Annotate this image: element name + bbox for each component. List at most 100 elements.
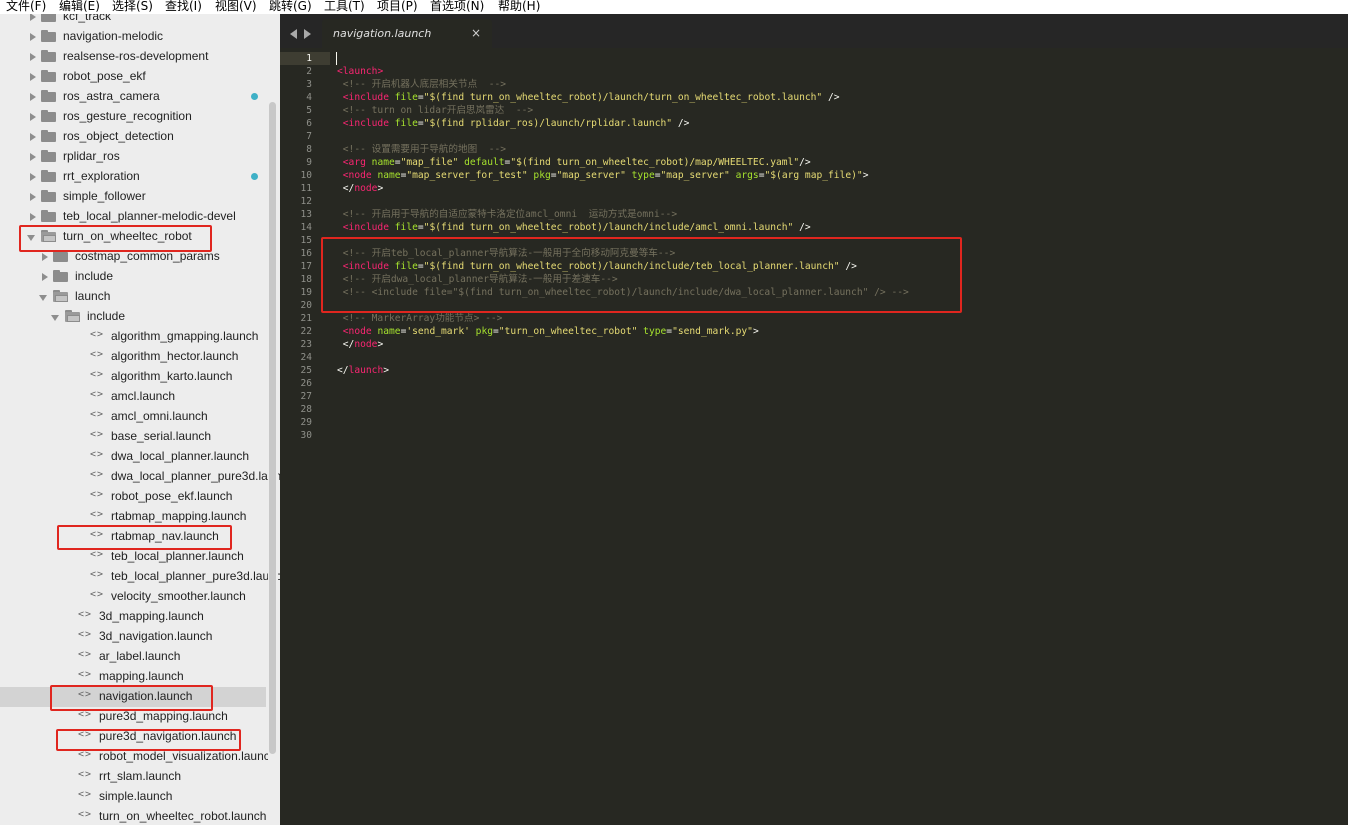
folder-row[interactable]: ros_object_detection bbox=[0, 127, 266, 147]
code-token: <include bbox=[342, 222, 389, 233]
file-row[interactable]: <> velocity_smoother.launch bbox=[0, 587, 266, 607]
folder-row[interactable]: ros_gesture_recognition bbox=[0, 107, 266, 127]
code-token: "send_mark.py" bbox=[672, 326, 753, 337]
folder-icon bbox=[41, 50, 56, 62]
chevron-right-icon[interactable] bbox=[30, 173, 36, 181]
folder-row[interactable]: launch bbox=[0, 287, 266, 307]
line-number: 20 bbox=[300, 300, 312, 311]
sidebar-scroll-thumb[interactable] bbox=[269, 102, 276, 754]
sidebar-scrollbar[interactable] bbox=[268, 14, 278, 825]
tab-prev-icon[interactable] bbox=[290, 29, 297, 39]
file-row[interactable]: <> rtabmap_mapping.launch bbox=[0, 507, 266, 527]
chevron-right-icon[interactable] bbox=[42, 273, 48, 281]
chevron-right-icon[interactable] bbox=[30, 14, 36, 21]
file-row[interactable]: <> mapping.launch bbox=[0, 667, 266, 687]
code-line: <node name="map_server_for_test" pkg="ma… bbox=[337, 169, 869, 182]
tab-next-icon[interactable] bbox=[304, 29, 311, 39]
menu-find[interactable]: 查找(I) bbox=[165, 0, 202, 13]
file-row[interactable]: <> amcl.launch bbox=[0, 387, 266, 407]
menu-help[interactable]: 帮助(H) bbox=[498, 0, 540, 13]
chevron-right-icon[interactable] bbox=[30, 213, 36, 221]
menu-tools[interactable]: 工具(T) bbox=[324, 0, 365, 13]
folder-row[interactable]: robot_pose_ekf bbox=[0, 67, 266, 87]
chevron-right-icon[interactable] bbox=[42, 253, 48, 261]
chevron-right-icon[interactable] bbox=[30, 153, 36, 161]
file-row[interactable]: <> simple.launch bbox=[0, 787, 266, 807]
close-icon[interactable]: × bbox=[471, 26, 481, 40]
line-number: 29 bbox=[300, 417, 312, 428]
chevron-right-icon[interactable] bbox=[30, 113, 36, 121]
code-line: <include file="$(find turn_on_wheeltec_r… bbox=[337, 221, 811, 234]
tab-navigation-launch[interactable]: navigation.launch × bbox=[322, 19, 492, 48]
folder-row[interactable]: include bbox=[0, 307, 266, 327]
file-row[interactable]: <> amcl_omni.launch bbox=[0, 407, 266, 427]
chevron-right-icon[interactable] bbox=[30, 33, 36, 41]
line-number: 2 bbox=[306, 66, 312, 77]
chevron-right-icon[interactable] bbox=[30, 73, 36, 81]
menu-view[interactable]: 视图(V) bbox=[215, 0, 257, 13]
chevron-right-icon[interactable] bbox=[30, 93, 36, 101]
chevron-down-icon[interactable] bbox=[39, 295, 47, 301]
code-line: <arg name="map_file" default="$(find tur… bbox=[337, 156, 811, 169]
folder-icon bbox=[41, 150, 56, 162]
folder-row[interactable]: navigation-melodic bbox=[0, 27, 266, 47]
folder-row[interactable]: rplidar_ros bbox=[0, 147, 266, 167]
file-row[interactable]: <> 3d_mapping.launch bbox=[0, 607, 266, 627]
code-token: > bbox=[377, 339, 384, 350]
tree-item-label: rtabmap_mapping.launch bbox=[111, 509, 247, 523]
folder-row[interactable]: ros_astra_camera bbox=[0, 87, 266, 107]
code-editor[interactable]: 1 2 3 4 5 6 7 8 9 10 11 12 13 14 15 16 17 18 19 20 21 22 23 24 2… bbox=[280, 48, 1348, 825]
folder-row[interactable]: include bbox=[0, 267, 266, 287]
chevron-right-icon[interactable] bbox=[30, 193, 36, 201]
chevron-down-icon[interactable] bbox=[51, 315, 59, 321]
code-line: <!-- turn on lidar开启思岚雷达 --> bbox=[337, 104, 533, 117]
tree-item-label: robot_model_visualization.launch bbox=[99, 749, 277, 763]
menu-edit[interactable]: 编辑(E) bbox=[59, 0, 100, 13]
folder-icon bbox=[41, 190, 56, 202]
code-token: "$(find rplidar_ros)/launch/rplidar.laun… bbox=[423, 118, 673, 129]
chevron-right-icon[interactable] bbox=[30, 133, 36, 141]
folder-icon bbox=[41, 170, 56, 182]
folder-row[interactable]: teb_local_planner-melodic-devel bbox=[0, 207, 266, 227]
line-number: 21 bbox=[300, 313, 312, 324]
tab-title: navigation.launch bbox=[333, 27, 432, 40]
code-token: <!-- MarkerArray功能节点> --> bbox=[337, 313, 503, 324]
file-row[interactable]: <> teb_local_planner.launch bbox=[0, 547, 266, 567]
file-row[interactable]: <> teb_local_planner_pure3d.launch bbox=[0, 567, 280, 587]
file-row[interactable]: <> algorithm_hector.launch bbox=[0, 347, 266, 367]
highlight-box-planner-code bbox=[321, 237, 962, 313]
file-code-icon: <> bbox=[78, 809, 93, 820]
file-row[interactable]: <> base_serial.launch bbox=[0, 427, 266, 447]
menu-file[interactable]: 文件(F) bbox=[6, 0, 46, 13]
code-token: </ bbox=[337, 365, 349, 376]
file-row[interactable]: <> ar_label.launch bbox=[0, 647, 266, 667]
file-row[interactable]: <> rrt_slam.launch bbox=[0, 767, 266, 787]
menu-preferences[interactable]: 首选项(N) bbox=[430, 0, 484, 13]
code-token: /> bbox=[672, 118, 690, 129]
file-row[interactable]: <> dwa_local_planner.launch bbox=[0, 447, 266, 467]
file-row[interactable]: <> robot_pose_ekf.launch bbox=[0, 487, 266, 507]
tree-item-label: ros_object_detection bbox=[63, 129, 174, 143]
folder-row[interactable]: kcf_track bbox=[0, 14, 266, 27]
file-row[interactable]: <> algorithm_gmapping.launch bbox=[0, 327, 266, 347]
menu-goto[interactable]: 跳转(G) bbox=[269, 0, 312, 13]
tree-item-label: amcl_omni.launch bbox=[111, 409, 208, 423]
file-code-icon: <> bbox=[90, 569, 105, 580]
chevron-right-icon[interactable] bbox=[30, 53, 36, 61]
tree-item-label: dwa_local_planner.launch bbox=[111, 449, 250, 463]
menu-project[interactable]: 项目(P) bbox=[377, 0, 418, 13]
file-code-icon: <> bbox=[90, 489, 105, 500]
code-token: "$(find turn_on_wheeltec_robot)/launch/i… bbox=[423, 222, 794, 233]
menu-selection[interactable]: 选择(S) bbox=[112, 0, 153, 13]
folder-row[interactable]: realsense-ros-development bbox=[0, 47, 266, 67]
code-token: launch bbox=[348, 365, 384, 376]
file-row[interactable]: <> turn_on_wheeltec_robot.launch bbox=[0, 807, 266, 825]
folder-row[interactable]: simple_follower bbox=[0, 187, 266, 207]
folder-row[interactable]: rrt_exploration bbox=[0, 167, 266, 187]
file-row[interactable]: <> algorithm_karto.launch bbox=[0, 367, 266, 387]
tree-item-label: rrt_exploration bbox=[63, 169, 140, 183]
code-token: node bbox=[354, 339, 378, 350]
file-row[interactable]: <> dwa_local_planner_pure3d.launch bbox=[0, 467, 280, 487]
file-row[interactable]: <> 3d_navigation.launch bbox=[0, 627, 266, 647]
tree-item-label: pure3d_mapping.launch bbox=[99, 709, 228, 723]
